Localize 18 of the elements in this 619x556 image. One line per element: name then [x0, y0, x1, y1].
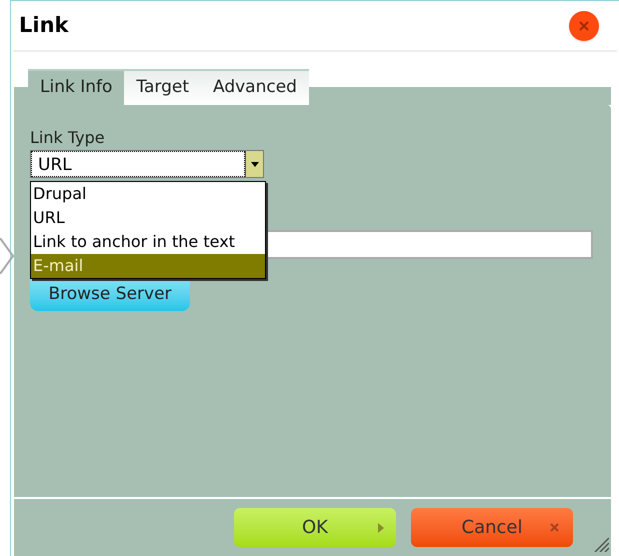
field-label: Link Type [30, 127, 106, 149]
tab[interactable]: Advanced [201, 69, 309, 105]
browse-server-button[interactable]: Browse Server [30, 279, 190, 311]
resize-grip-icon [593, 536, 609, 552]
close-icon [550, 523, 559, 532]
dialog-title: Link [19, 12, 68, 39]
dropdown-option[interactable]: E-mail [31, 254, 265, 278]
dropdown-option[interactable]: URL [31, 206, 265, 230]
ok-button[interactable]: OK [234, 508, 396, 547]
link-type-select[interactable]: URL [30, 150, 264, 178]
tab[interactable]: Target [124, 69, 201, 105]
close-button[interactable] [569, 10, 599, 40]
dropdown-option[interactable]: Drupal [31, 182, 265, 206]
cancel-button[interactable]: Cancel [411, 508, 573, 547]
dropdown-option[interactable]: Link to anchor in the text [31, 230, 265, 254]
play-arrow-icon [378, 522, 384, 532]
close-icon [579, 20, 589, 30]
dropdown-caret-icon [250, 162, 258, 166]
